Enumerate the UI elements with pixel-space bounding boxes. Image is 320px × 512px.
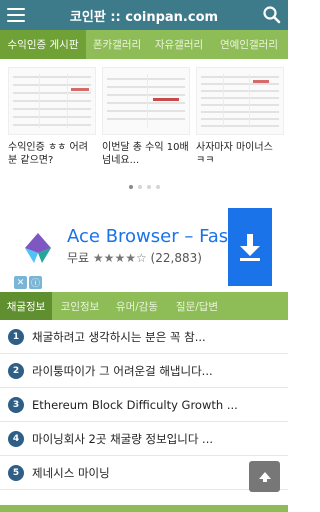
ace-browser-logo-icon bbox=[20, 230, 56, 266]
carousel-pagination bbox=[0, 185, 288, 189]
carousel-dot[interactable] bbox=[137, 185, 142, 189]
site-title[interactable]: 코인판 :: coinpan.com bbox=[70, 6, 218, 25]
board-tabs: 채굴정보 코인정보 유머/감동 질문/답변 bbox=[0, 292, 288, 320]
tab-profit-board[interactable]: 수익인증 게시판 bbox=[0, 30, 86, 59]
rank-badge: 3 bbox=[8, 396, 24, 413]
ad-rating-stars: ★★★★☆ bbox=[92, 251, 147, 265]
tab-qna[interactable]: 질문/답변 bbox=[166, 292, 228, 320]
page: 코인판 :: coinpan.com 수익인증 게시판 폰카갤러리 자유갤러리 … bbox=[0, 0, 288, 512]
category-tabs: 수익인증 게시판 폰카갤러리 자유갤러리 연예인갤러리 bbox=[0, 30, 288, 59]
top-header: 코인판 :: coinpan.com bbox=[0, 0, 288, 30]
rank-badge: 4 bbox=[8, 430, 24, 447]
slide-thumbnail bbox=[8, 67, 96, 135]
post-title[interactable]: Ethereum Block Difficulty Growth ... bbox=[32, 398, 238, 412]
image-carousel[interactable]: 수익인증 ㅎㅎ 어려분 같으면? 이번달 총 수익 10배 넘네요... 사자마… bbox=[0, 59, 288, 181]
post-list: 1 채굴하려고 생각하시는 분은 꼭 참... 2 라이퉁따이가 그 어려운걸 … bbox=[0, 320, 288, 490]
slide-thumbnail bbox=[196, 67, 284, 135]
post-title[interactable]: 제네시스 마이닝 bbox=[32, 465, 110, 481]
carousel-slide[interactable]: 사자마자 마이너스 ㅋㅋ bbox=[196, 67, 284, 167]
tab-free-gallery[interactable]: 자유갤러리 bbox=[148, 30, 210, 59]
tab-coin-info[interactable]: 코인정보 bbox=[52, 292, 108, 320]
post-title[interactable]: 마이닝회사 2곳 채굴량 정보입니다 ... bbox=[32, 431, 213, 447]
bottom-bar bbox=[0, 505, 288, 512]
tab-phone-camera-gallery[interactable]: 폰카갤러리 bbox=[86, 30, 148, 59]
list-item[interactable]: 4 마이닝회사 2곳 채굴량 정보입니다 ... bbox=[0, 422, 288, 456]
ad-review-count: (22,883) bbox=[150, 251, 202, 265]
list-item[interactable]: 1 채굴하려고 생각하시는 분은 꼭 참... bbox=[0, 320, 288, 354]
rank-badge: 1 bbox=[8, 328, 24, 345]
carousel-slide[interactable]: 이번달 총 수익 10배 넘네요... bbox=[102, 67, 190, 167]
slide-caption: 이번달 총 수익 10배 넘네요... bbox=[102, 142, 189, 166]
post-title[interactable]: 채굴하려고 생각하시는 분은 꼭 참... bbox=[32, 329, 206, 345]
carousel-dot[interactable] bbox=[146, 185, 151, 189]
tab-mining-info[interactable]: 채굴정보 bbox=[0, 292, 52, 320]
ad-title: Ace Browser – Fast bbox=[67, 226, 236, 247]
search-icon[interactable] bbox=[262, 5, 282, 25]
tab-celebrity-gallery[interactable]: 연예인갤러리 bbox=[210, 30, 288, 59]
tab-humor[interactable]: 유머/감동 bbox=[108, 292, 166, 320]
ad-free-label: 무료 bbox=[67, 251, 90, 265]
ad-choices-icon[interactable]: ✕ ⓘ bbox=[14, 276, 44, 289]
arrow-up-icon[interactable] bbox=[249, 461, 280, 492]
carousel-dot[interactable] bbox=[155, 185, 160, 189]
slide-caption: 수익인증 ㅎㅎ 어려분 같으면? bbox=[8, 142, 88, 166]
list-item[interactable]: 3 Ethereum Block Difficulty Growth ... bbox=[0, 388, 288, 422]
rank-badge: 5 bbox=[8, 464, 24, 481]
ad-meta: 무료 ★★★★☆ (22,883) bbox=[67, 249, 202, 266]
slide-caption: 사자마자 마이너스 ㅋㅋ bbox=[196, 142, 273, 166]
list-item[interactable]: 5 제네시스 마이닝 bbox=[0, 456, 288, 490]
ad-banner[interactable]: Ace Browser – Fast 무료 ★★★★☆ (22,883) ✕ ⓘ bbox=[0, 200, 288, 292]
hamburger-menu-icon[interactable] bbox=[6, 6, 26, 24]
carousel-slide[interactable]: 수익인증 ㅎㅎ 어려분 같으면? bbox=[8, 67, 96, 167]
slide-thumbnail bbox=[102, 67, 190, 135]
post-title[interactable]: 라이퉁따이가 그 어려운걸 해냅니다... bbox=[32, 363, 213, 379]
list-item[interactable]: 2 라이퉁따이가 그 어려운걸 해냅니다... bbox=[0, 354, 288, 388]
carousel-dot[interactable] bbox=[128, 185, 133, 189]
download-icon[interactable] bbox=[228, 208, 272, 286]
rank-badge: 2 bbox=[8, 362, 24, 379]
